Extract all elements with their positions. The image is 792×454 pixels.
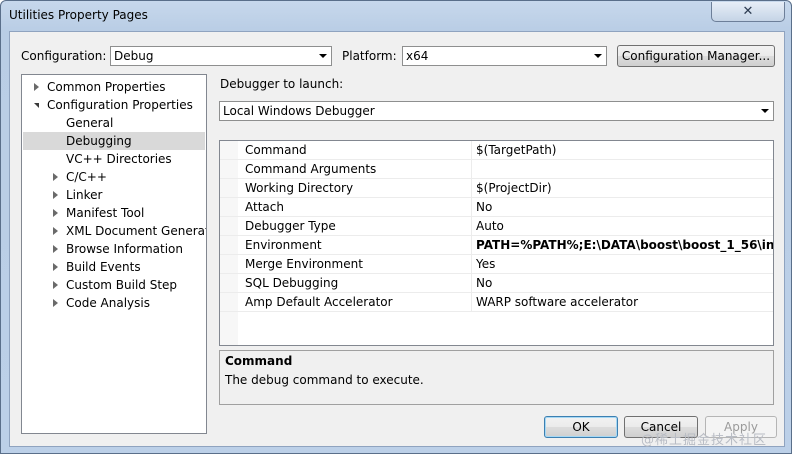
property-name: SQL Debugging [245,276,339,290]
tree-item[interactable]: VC++ Directories [23,150,205,168]
debugger-value: Local Windows Debugger [223,104,375,118]
expand-arrow-icon[interactable] [34,103,39,108]
tree-item-label: Manifest Tool [66,206,145,220]
description-panel: Command The debug command to execute. [219,350,774,405]
tree-item[interactable]: Common Properties [23,78,205,96]
collapse-arrow-icon[interactable] [53,173,58,181]
collapse-arrow-icon[interactable] [53,299,58,307]
platform-label: Platform: [342,49,397,63]
collapse-arrow-icon[interactable] [53,245,58,253]
tree-item-label: VC++ Directories [66,152,172,166]
ok-button[interactable]: OK [544,416,618,438]
configuration-manager-button[interactable]: Configuration Manager... [617,45,775,67]
tree-item[interactable]: Manifest Tool [23,204,205,222]
property-pages-window: Utilities Property Pages ✕ Configuration… [0,0,792,454]
tree-item-label: Build Events [66,260,141,274]
property-name: Debugger Type [245,219,336,233]
tree-item[interactable]: Custom Build Step [23,276,205,294]
collapse-arrow-icon[interactable] [53,209,58,217]
property-value[interactable]: $(ProjectDir) [476,179,552,197]
chevron-down-icon [319,54,327,58]
tree-item[interactable]: Configuration Properties [23,96,205,114]
tree-item-label: XML Document Generator [66,224,207,238]
property-row[interactable]: Amp Default Accelerator WARP software acc… [220,293,773,312]
description-title: Command [225,354,293,368]
collapse-arrow-icon[interactable] [53,263,58,271]
dialog-client-area: Configuration: Debug Platform: x64 Confi… [9,31,785,447]
tree-item[interactable]: Build Events [23,258,205,276]
tree-item[interactable]: General [23,114,205,132]
property-name: Working Directory [245,181,354,195]
property-row[interactable]: SQL Debugging No [220,274,773,293]
tree-item[interactable]: XML Document Generator [23,222,207,240]
tree-item-label: Common Properties [47,80,166,94]
window-title: Utilities Property Pages [9,8,148,22]
debugger-dropdown[interactable]: Local Windows Debugger [219,101,774,121]
property-name: Amp Default Accelerator [245,295,393,309]
watermark: @稀土掘金技术社区 [641,433,768,448]
property-row[interactable]: Working Directory $(ProjectDir) [220,179,773,198]
tree-item-label: Code Analysis [66,296,150,310]
debugger-label: Debugger to launch: [220,77,344,91]
description-text: The debug command to execute. [225,373,424,387]
collapse-arrow-icon[interactable] [34,83,39,91]
property-row[interactable]: Command Arguments [220,160,773,179]
property-value[interactable]: No [476,198,492,216]
property-name: Merge Environment [245,257,363,271]
tree-item-label: C/C++ [66,170,107,184]
property-value[interactable]: Auto [476,217,504,235]
tree-item[interactable]: Debugging [23,132,205,150]
property-row[interactable]: Attach No [220,198,773,217]
title-bar[interactable]: Utilities Property Pages ✕ [1,1,791,31]
tree-item-label: General [66,116,114,130]
platform-dropdown[interactable]: x64 [402,46,607,66]
property-value[interactable]: No [476,274,492,292]
tree-item[interactable]: Code Analysis [23,294,205,312]
close-icon: ✕ [742,4,754,19]
close-button[interactable]: ✕ [711,2,785,22]
tree-item-label: Debugging [66,134,132,148]
chevron-down-icon [761,109,769,113]
tree-item-label: Linker [66,188,103,202]
property-row[interactable]: Merge Environment Yes [220,255,773,274]
property-name: Environment [245,238,322,252]
collapse-arrow-icon[interactable] [53,227,58,235]
configuration-value: Debug [114,49,154,63]
property-row[interactable]: Environment PATH=%PATH%;E:\DATA\boost\boo… [220,236,773,255]
tree-item-label: Configuration Properties [47,98,193,112]
property-tree[interactable]: Common Properties Configuration Propertie… [21,74,207,434]
tree-item[interactable]: Browse Information [23,240,205,258]
configuration-label: Configuration: [21,49,107,63]
collapse-arrow-icon[interactable] [53,281,58,289]
property-name: Command Arguments [245,162,377,176]
property-name: Attach [245,200,284,214]
tree-item-label: Browse Information [66,242,183,256]
property-row[interactable]: Command $(TargetPath) [220,141,773,160]
tree-item[interactable]: Linker [23,186,205,204]
property-row[interactable]: Debugger Type Auto [220,217,773,236]
property-value[interactable]: Yes [476,255,495,273]
tree-item-label: Custom Build Step [66,278,178,292]
tree-item[interactable]: C/C++ [23,168,205,186]
property-name: Command [245,143,307,157]
property-value[interactable]: PATH=%PATH%;E:\DATA\boost\boost_1_56\ins… [476,236,773,254]
property-value[interactable]: WARP software accelerator [476,293,638,311]
collapse-arrow-icon[interactable] [53,191,58,199]
property-grid[interactable]: Command $(TargetPath) Command Arguments Wor… [219,140,774,346]
configuration-dropdown[interactable]: Debug [110,46,332,66]
chevron-down-icon [594,54,602,58]
property-value[interactable]: $(TargetPath) [476,141,556,159]
platform-value: x64 [406,49,429,63]
